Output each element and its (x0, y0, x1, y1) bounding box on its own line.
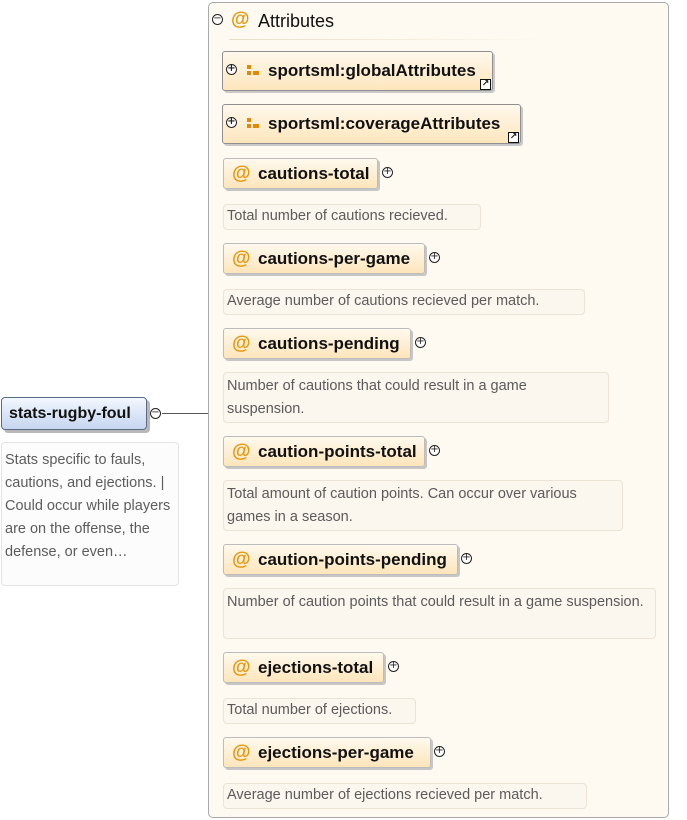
attribute-ejections-per-game[interactable]: @ ejections-per-game (223, 737, 431, 768)
at-symbol-icon: @ (232, 657, 251, 678)
attribute-name: caution-points-pending (258, 550, 447, 569)
attribute-group-name: sportsml:coverageAttributes (268, 114, 501, 133)
attribute-name: cautions-pending (258, 334, 400, 353)
expand-icon[interactable]: + (226, 117, 237, 128)
at-symbol-icon: @ (232, 333, 251, 354)
at-symbol-icon: @ (232, 742, 251, 763)
attribute-documentation: Average number of ejections recieved per… (223, 783, 587, 809)
expand-icon[interactable]: + (429, 445, 440, 456)
reference-arrow-icon[interactable]: ↗ (480, 79, 491, 90)
attribute-documentation: Total number of ejections. (223, 698, 416, 724)
attribute-documentation: Number of cautions that could result in … (223, 372, 609, 423)
attribute-cautions-pending[interactable]: @ cautions-pending (223, 328, 411, 359)
attribute-name: ejections-total (258, 658, 374, 677)
at-symbol-icon: @ (232, 163, 251, 184)
collapse-icon[interactable]: − (150, 408, 161, 419)
expand-icon[interactable]: + (382, 167, 393, 178)
attribute-group-name: sportsml:globalAttributes (268, 61, 476, 80)
expand-icon[interactable]: + (461, 553, 472, 564)
expand-icon[interactable]: + (429, 252, 440, 263)
collapse-icon[interactable]: − (212, 14, 223, 25)
at-symbol-icon: @ (232, 248, 251, 269)
attribute-group-icon (247, 118, 259, 130)
expand-icon[interactable]: + (415, 337, 426, 348)
attribute-caution-points-pending[interactable]: @ caution-points-pending (223, 544, 458, 575)
attribute-cautions-per-game[interactable]: @ cautions-per-game (223, 243, 425, 274)
attribute-name: caution-points-total (258, 442, 417, 461)
expand-icon[interactable]: + (226, 64, 237, 75)
attribute-caution-points-total[interactable]: @ caution-points-total (223, 436, 425, 467)
attribute-cautions-total[interactable]: @ cautions-total (223, 158, 378, 189)
element-documentation: Stats specific to fauls, cautions, and e… (1, 442, 179, 586)
expand-icon[interactable]: + (388, 661, 399, 672)
attribute-documentation: Total number of cautions recieved. (223, 204, 481, 230)
header-divider (229, 39, 551, 40)
element-name: stats-rugby-foul (9, 405, 131, 422)
connector-line (162, 413, 208, 414)
attribute-name: cautions-per-game (258, 249, 411, 268)
attribute-name: ejections-per-game (258, 743, 414, 762)
attribute-documentation: Average number of cautions recieved per … (223, 289, 585, 315)
attribute-name: cautions-total (258, 164, 370, 183)
at-symbol-icon: @ (232, 441, 251, 462)
reference-arrow-icon[interactable]: ↗ (508, 132, 519, 143)
attribute-documentation: Total amount of caution points. Can occu… (223, 480, 623, 531)
attribute-documentation: Number of caution points that could resu… (223, 588, 656, 639)
at-symbol-icon: @ (231, 9, 250, 30)
attribute-ejections-total[interactable]: @ ejections-total (223, 652, 384, 683)
element-stats-rugby-foul[interactable]: stats-rugby-foul (1, 397, 147, 430)
attribute-group-icon (247, 65, 259, 77)
at-symbol-icon: @ (232, 549, 251, 570)
attribute-group-global[interactable]: + sportsml:globalAttributes ↗ (222, 51, 493, 91)
attribute-group-coverage[interactable]: + sportsml:coverageAttributes ↗ (222, 104, 521, 144)
attributes-title: Attributes (258, 11, 335, 31)
expand-icon[interactable]: + (434, 746, 445, 757)
